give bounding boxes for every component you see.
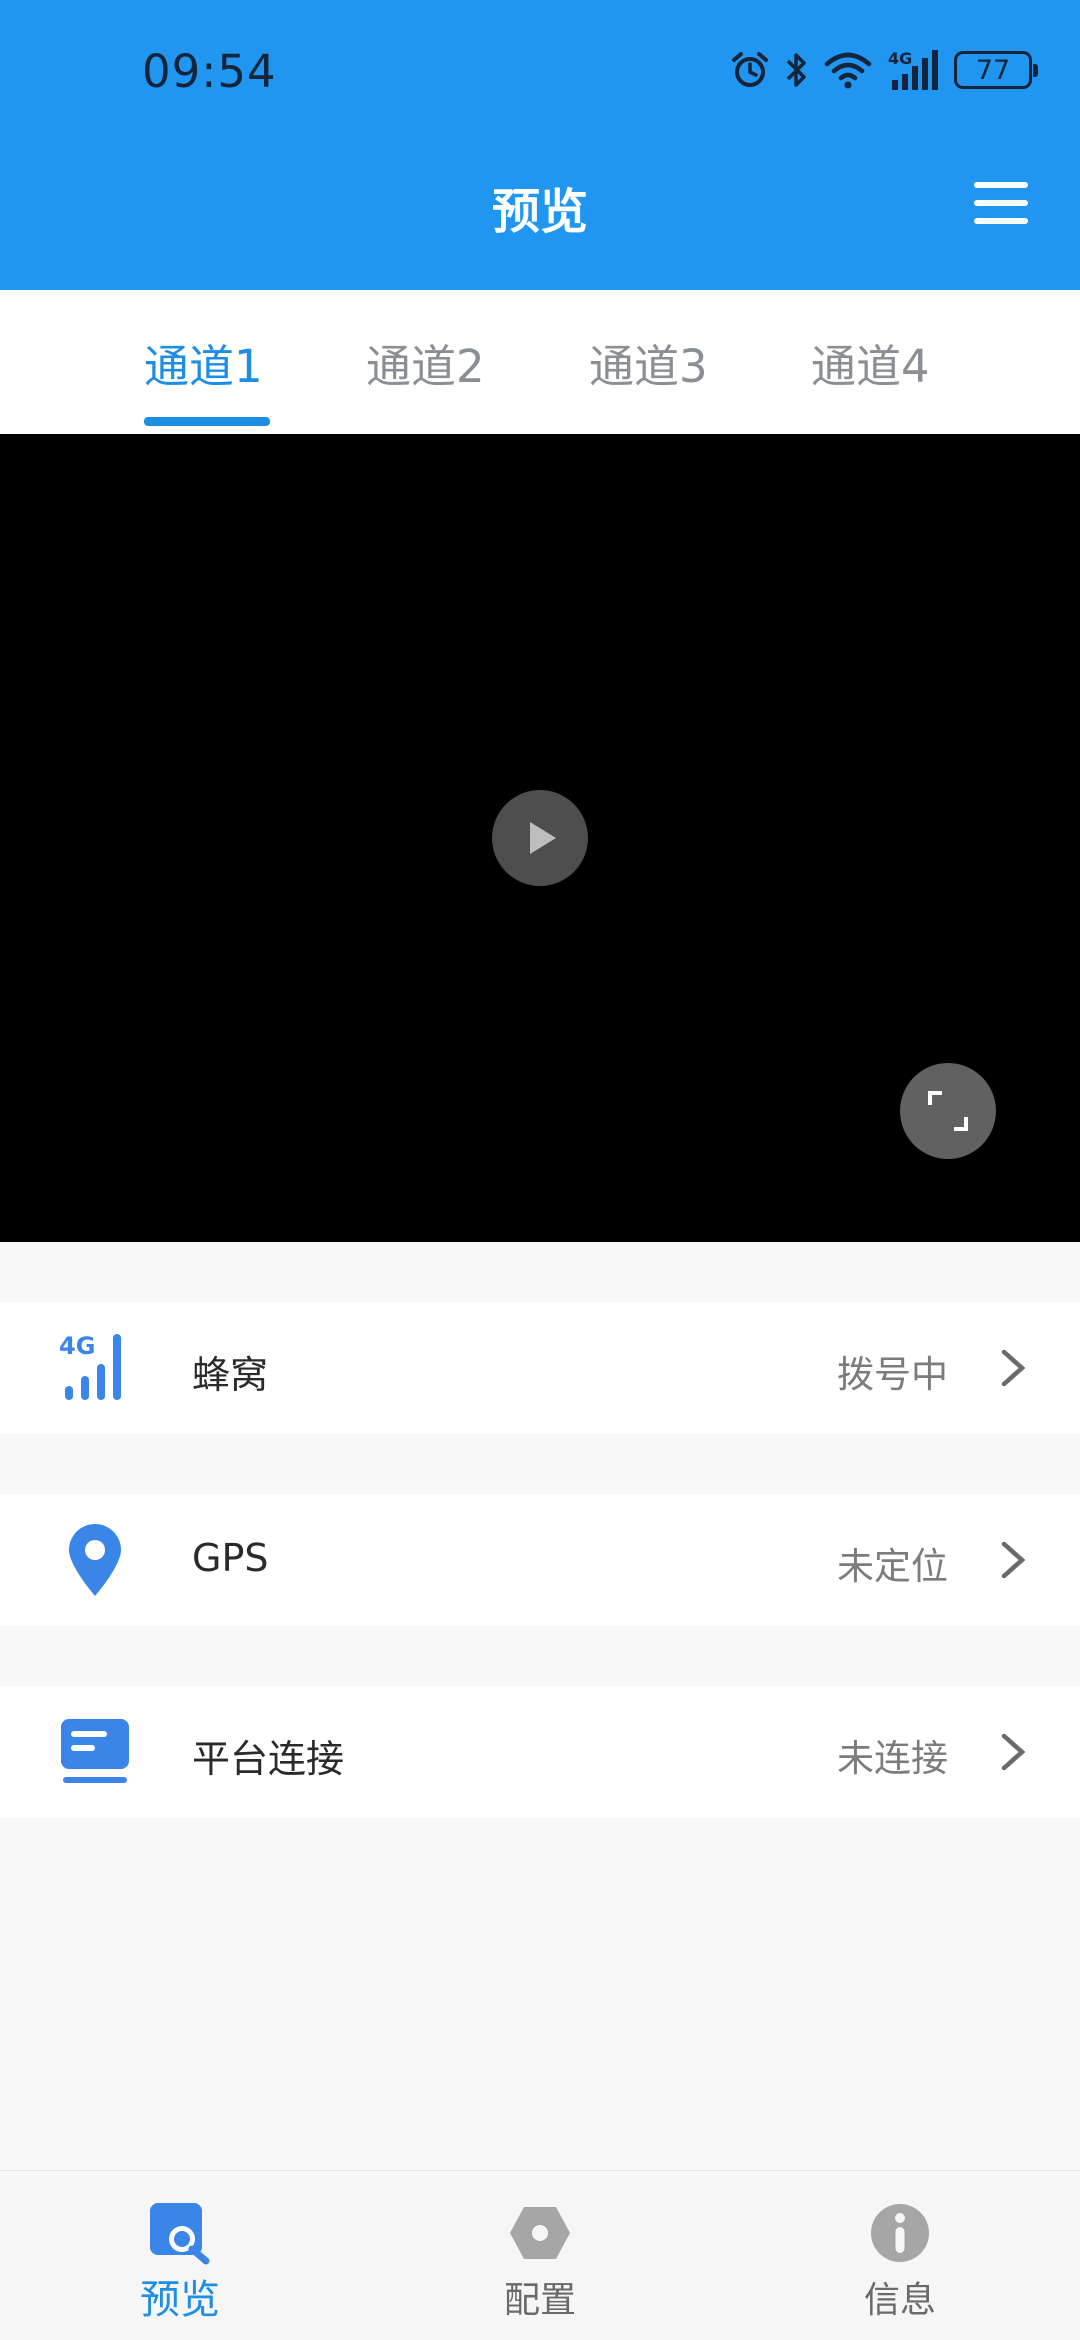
nav-item-config[interactable]: 配置	[360, 2171, 720, 2340]
list-item-cellular[interactable]: 4G 蜂窝 拨号中	[0, 1302, 1080, 1434]
row-label: 蜂窝	[192, 1353, 269, 1397]
chevron-right-icon	[1001, 1349, 1026, 1387]
list-item-platform[interactable]: 平台连接 未连接	[0, 1686, 1080, 1818]
battery-icon: 77	[954, 51, 1038, 89]
preview-search-icon	[148, 2201, 212, 2265]
tab-indicator	[144, 417, 270, 426]
row-value: 拨号中	[837, 1353, 948, 1396]
wifi-icon	[824, 50, 872, 90]
channel-tabs: 通道1 通道2 通道3 通道4	[0, 290, 1080, 434]
battery-level: 77	[975, 54, 1011, 86]
cellular-icon-label: 4G	[59, 1332, 95, 1360]
hamburger-menu-icon-bar	[974, 200, 1028, 206]
cellular-4g-icon: 4G	[54, 1328, 136, 1408]
list-item-gps[interactable]: GPS 未定位	[0, 1494, 1080, 1626]
app-root: 09:54 4G 77 预览 通道1 通道2 通道3 通道4 4G 蜂窝 拨号中…	[0, 0, 1080, 2340]
status-icons: 4G 77	[730, 44, 1038, 96]
row-label: 平台连接	[192, 1737, 345, 1781]
tab-channel-3[interactable]: 通道3	[589, 330, 708, 434]
row-value: 未定位	[837, 1545, 948, 1588]
nav-label: 信息	[863, 2280, 936, 2321]
cellular-4g-icon: 4G	[886, 48, 940, 92]
nav-label: 预览	[140, 2277, 220, 2323]
page-title: 预览	[491, 184, 588, 240]
bottom-nav: 预览 配置 信息	[0, 2170, 1080, 2340]
nav-item-info[interactable]: 信息	[720, 2171, 1080, 2340]
tab-channel-4[interactable]: 通道4	[811, 330, 930, 434]
tab-channel-2[interactable]: 通道2	[366, 330, 485, 434]
play-button[interactable]	[492, 790, 588, 886]
menu-button[interactable]	[966, 178, 1036, 228]
bluetooth-icon	[784, 50, 810, 90]
status-time: 09:54	[142, 45, 277, 98]
nav-label: 配置	[503, 2280, 576, 2321]
platform-icon	[54, 1712, 136, 1792]
hex-nut-icon	[508, 2201, 572, 2265]
alarm-icon	[730, 50, 770, 90]
chevron-right-icon	[1001, 1733, 1026, 1771]
location-pin-icon	[54, 1520, 136, 1600]
play-icon	[530, 822, 556, 854]
fullscreen-icon	[928, 1091, 968, 1131]
info-icon	[868, 2201, 932, 2265]
network-type-label: 4G	[888, 49, 912, 68]
chevron-right-icon	[1001, 1541, 1026, 1579]
hamburger-menu-icon-bar	[974, 218, 1028, 224]
nav-item-preview[interactable]: 预览	[0, 2171, 360, 2340]
fullscreen-button[interactable]	[900, 1063, 996, 1159]
top-bar: 09:54 4G 77 预览	[0, 0, 1080, 290]
row-value: 未连接	[837, 1737, 948, 1780]
row-label: GPS	[192, 1536, 269, 1580]
hamburger-menu-icon	[974, 182, 1028, 188]
